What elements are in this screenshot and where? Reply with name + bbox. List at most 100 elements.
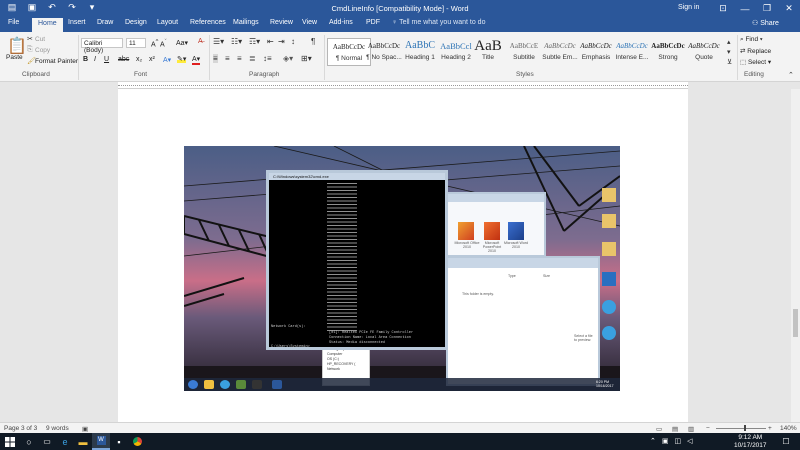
change-case-button[interactable]: Aa▾ xyxy=(176,39,188,47)
zoom-level[interactable]: 140% xyxy=(780,425,797,432)
desktop-folder-icon[interactable] xyxy=(602,214,616,228)
underline-button[interactable]: U xyxy=(104,56,109,63)
align-center-icon[interactable]: ≡ xyxy=(225,54,230,63)
taskbar-clock[interactable]: 9:12 AM 10/17/2017 xyxy=(734,434,767,450)
explorer-titlebar[interactable] xyxy=(446,194,544,202)
tab-layout[interactable]: Layout xyxy=(157,19,178,26)
text-effects-button[interactable]: A▾ xyxy=(163,56,171,64)
print-layout-icon[interactable]: ▤ xyxy=(672,425,678,433)
cmd-taskbar-icon[interactable]: ▪ xyxy=(110,433,128,450)
bullets-icon[interactable]: ☰▾ xyxy=(213,37,224,46)
desktop-folder-icon[interactable] xyxy=(602,188,616,202)
borders-icon[interactable]: ⊞▾ xyxy=(301,54,312,63)
close-button[interactable]: ✕ xyxy=(778,0,800,17)
folder-taskbar-icon[interactable] xyxy=(204,380,214,389)
multilevel-list-icon[interactable]: ☶▾ xyxy=(249,37,260,46)
paste-icon[interactable]: 📋 xyxy=(7,36,27,56)
undo-icon[interactable]: ↶ xyxy=(46,2,58,13)
grow-font-button[interactable]: A^ Aˇ xyxy=(151,39,167,48)
edge-icon[interactable]: e xyxy=(56,433,74,450)
select-button[interactable]: ⬚ Select ▾ xyxy=(740,58,771,66)
office-app-icon[interactable] xyxy=(458,222,474,240)
tree-item[interactable]: Network xyxy=(323,367,369,372)
cut-button[interactable]: Cut xyxy=(35,36,45,43)
find-button[interactable]: ⌕ Find ▾ xyxy=(740,36,763,44)
scrollbar-thumb[interactable] xyxy=(793,309,798,337)
align-right-icon[interactable]: ≡ xyxy=(237,54,242,63)
restore-button[interactable]: ❐ xyxy=(756,0,778,17)
chrome-taskbar-icon[interactable] xyxy=(220,380,230,389)
tray-app-icon[interactable]: ▣ xyxy=(662,437,669,445)
tab-references[interactable]: References xyxy=(190,19,226,26)
font-color-button[interactable]: A▾ xyxy=(192,55,201,65)
ribbon-display-options-icon[interactable]: ⊡ xyxy=(712,0,734,17)
explorer-window-folder[interactable]: Type Size This folder is empty. Select a… xyxy=(446,256,600,386)
tab-insert[interactable]: Insert xyxy=(68,19,86,26)
powerpoint-app-icon[interactable] xyxy=(484,222,500,240)
strikethrough-button[interactable]: abc xyxy=(118,56,129,63)
redo-icon[interactable]: ↷ xyxy=(66,2,78,13)
style-quote[interactable]: AaBbCcDc Quote xyxy=(682,38,726,66)
volume-icon[interactable]: ◁ xyxy=(687,437,692,445)
start-orb-icon[interactable] xyxy=(188,380,198,389)
horizontal-ruler[interactable] xyxy=(118,82,688,89)
align-left-icon[interactable]: ≡ xyxy=(213,54,218,63)
embedded-desktop-screenshot[interactable]: Microsoft Office 2010 Microsoft PowerPoi… xyxy=(184,146,620,391)
task-view-icon[interactable]: ▭ xyxy=(38,433,56,450)
format-painter-button[interactable]: Format Painter xyxy=(35,58,78,65)
word-count[interactable]: 9 words xyxy=(46,425,69,432)
zoom-out-icon[interactable]: − xyxy=(706,425,710,432)
styles-scroll-down-icon[interactable]: ▾ xyxy=(727,48,731,56)
page-count[interactable]: Page 3 of 3 xyxy=(4,425,37,432)
sign-in-link[interactable]: Sign in xyxy=(678,4,699,11)
tab-draw[interactable]: Draw xyxy=(97,19,113,26)
cmd-titlebar[interactable]: C:\Windows\system32\cmd.exe xyxy=(269,173,445,180)
explorer-window-programs[interactable]: Microsoft Office 2010 Microsoft PowerPoi… xyxy=(444,192,546,257)
zoom-slider[interactable] xyxy=(716,428,766,429)
save-icon[interactable]: ▣ xyxy=(26,2,38,13)
tab-mailings[interactable]: Mailings xyxy=(233,19,259,26)
word-app-icon[interactable] xyxy=(508,222,524,240)
read-mode-icon[interactable]: ▭ xyxy=(656,425,662,433)
subscript-button[interactable]: x₂ xyxy=(136,56,142,63)
app-taskbar-icon[interactable] xyxy=(236,380,246,389)
desktop-shortcut-icon[interactable] xyxy=(602,272,616,286)
increase-indent-icon[interactable]: ⇥ xyxy=(278,37,285,46)
show-marks-icon[interactable]: ¶ xyxy=(311,37,315,46)
action-center-icon[interactable]: ☐ xyxy=(778,433,794,450)
sort-icon[interactable]: ↕ xyxy=(291,37,295,46)
shading-icon[interactable]: ◈▾ xyxy=(283,54,293,63)
replace-button[interactable]: ⇄ Replace xyxy=(740,47,771,55)
show-hidden-icons-icon[interactable]: ⌃ xyxy=(650,437,656,445)
styles-scroll-up-icon[interactable]: ▴ xyxy=(727,38,731,46)
tab-add-ins[interactable]: Add-ins xyxy=(329,19,353,26)
network-icon[interactable]: ◫ xyxy=(675,437,682,445)
tab-view[interactable]: View xyxy=(302,19,317,26)
paste-button[interactable]: Paste xyxy=(6,54,23,61)
file-explorer-icon[interactable]: ▬ xyxy=(74,433,92,450)
cmd-taskbar-icon[interactable] xyxy=(252,380,262,389)
word-taskbar-icon[interactable] xyxy=(272,380,282,389)
tell-me-search[interactable]: ♀ Tell me what you want to do xyxy=(392,19,485,26)
explorer-titlebar[interactable] xyxy=(448,258,598,268)
tab-pdf[interactable]: PDF xyxy=(366,19,380,26)
clear-formatting-icon[interactable]: A̶ xyxy=(198,38,203,45)
decrease-indent-icon[interactable]: ⇤ xyxy=(267,37,274,46)
highlight-button[interactable]: ✎▾ xyxy=(177,55,187,63)
font-size-box[interactable]: 11 xyxy=(126,38,146,48)
zoom-in-icon[interactable]: + xyxy=(768,425,772,432)
word-taskbar-icon[interactable]: W xyxy=(92,433,110,450)
line-spacing-icon[interactable]: ↕≡ xyxy=(263,54,272,63)
internet-explorer-icon[interactable] xyxy=(602,326,616,340)
search-icon[interactable]: ○ xyxy=(20,433,38,450)
bold-button[interactable]: B xyxy=(83,56,88,63)
proofing-icon[interactable]: ▣ xyxy=(82,425,88,433)
web-layout-icon[interactable]: ▥ xyxy=(688,425,694,433)
desktop-folder-icon[interactable] xyxy=(602,242,616,256)
tab-home[interactable]: Home xyxy=(32,18,63,32)
tab-file[interactable]: File xyxy=(8,19,19,26)
zoom-slider-thumb[interactable] xyxy=(744,425,746,431)
styles-more-icon[interactable]: ⊻ xyxy=(727,58,732,66)
tab-review[interactable]: Review xyxy=(270,19,293,26)
collapse-ribbon-icon[interactable]: ⌃ xyxy=(788,71,794,79)
